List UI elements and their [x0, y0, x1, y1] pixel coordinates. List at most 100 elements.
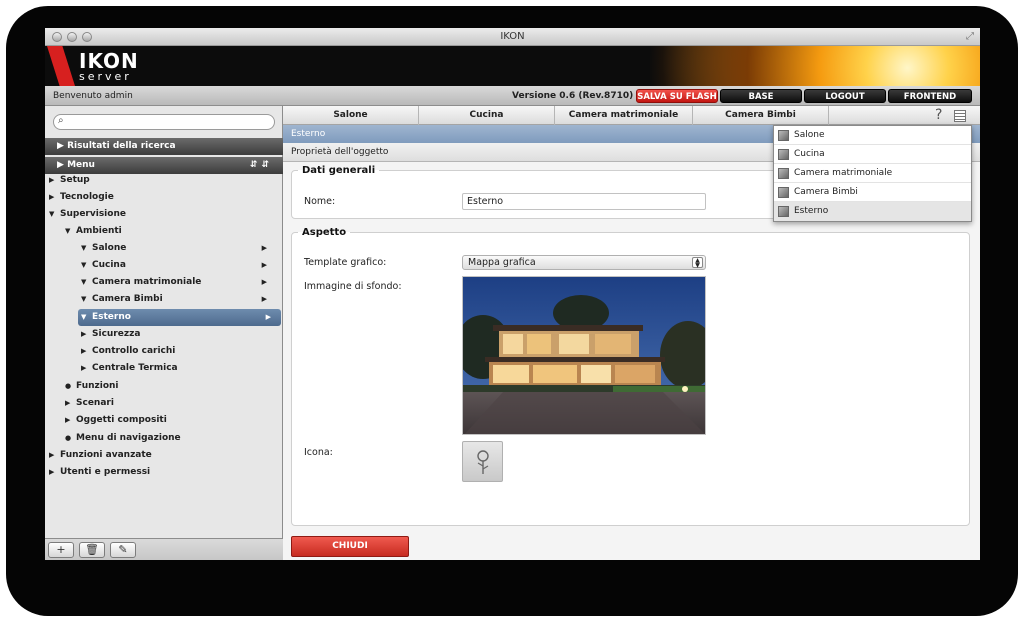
tree-item-sicurezza[interactable]: ▶ Sicurezza: [81, 326, 140, 343]
tree-expand-collapse-icons[interactable]: ⇵⇵: [250, 157, 273, 174]
tree-item-camera-matrimoniale[interactable]: ▼ Camera matrimoniale ▶: [81, 274, 277, 291]
plus-icon: +: [56, 543, 66, 556]
tab-camera-bimbi[interactable]: Camera Bimbi: [693, 106, 829, 125]
tree-item-salone[interactable]: ▼ Salone ▶: [81, 240, 277, 257]
dropdown-item-cucina[interactable]: Cucina: [774, 145, 971, 164]
dropdown-item-camera-matrimoniale[interactable]: Camera matrimoniale: [774, 164, 971, 183]
submenu-arrow-icon: ▶: [261, 278, 267, 286]
expand-arrow-icon: ▶: [49, 193, 55, 201]
collapse-arrow-icon: ▼: [81, 244, 87, 252]
room-icon: [778, 130, 789, 141]
expand-arrow-icon: ▶: [81, 330, 87, 338]
version-text: Versione 0.6 (Rev.8710): [512, 91, 634, 101]
logo-text: IKON: [79, 48, 139, 73]
house-night-photo: [463, 277, 705, 434]
logout-button[interactable]: LOGOUT: [804, 89, 886, 103]
dropdown-item-esterno[interactable]: Esterno: [774, 202, 971, 221]
add-button[interactable]: +: [48, 542, 74, 558]
tree-item-controllo-carichi[interactable]: ▶ Controllo carichi: [81, 343, 175, 360]
help-icon[interactable]: ?: [935, 107, 942, 123]
room-icon: [778, 206, 789, 217]
tree-item-ambienti[interactable]: ▼ Ambienti: [65, 223, 122, 240]
expand-arrow-icon: ▶: [81, 347, 87, 355]
window-title: IKON: [500, 31, 525, 42]
disclosure-arrow-icon: ▶: [57, 160, 68, 170]
expand-arrow-icon: ▶: [49, 176, 55, 184]
template-label: Template grafico:: [304, 257, 387, 268]
save-flash-button[interactable]: SALVA SU FLASH: [636, 89, 718, 103]
tree-item-supervisione[interactable]: ▼ Supervisione: [49, 206, 126, 223]
tree-item-oggetti-compositi[interactable]: ▶ Oggetti compositi: [65, 412, 167, 429]
delete-button[interactable]: 🗑: [79, 542, 105, 558]
tree-item-centrale-termica[interactable]: ▶ Centrale Termica: [81, 360, 178, 377]
sidebar: ⌕ ▶ Risultati della ricerca ▶ Menu ⇵⇵ ▶ S…: [45, 106, 283, 560]
tab-salone[interactable]: Salone: [283, 106, 419, 125]
name-label: Nome:: [304, 196, 336, 207]
fullscreen-icon[interactable]: ⤢: [966, 31, 974, 42]
dropdown-item-salone[interactable]: Salone: [774, 126, 971, 145]
brand-header: IKON server: [45, 46, 980, 86]
search-results-header[interactable]: ▶ Risultati della ricerca: [45, 138, 283, 155]
template-select[interactable]: Mappa grafica ▲ ▼: [462, 255, 706, 270]
search-results-label: Risultati della ricerca: [67, 141, 176, 151]
sidebar-footer: + 🗑 ✎: [45, 538, 283, 560]
collapse-arrow-icon: ▼: [81, 295, 87, 303]
appearance-legend: Aspetto: [302, 227, 347, 238]
tree-icon: [477, 450, 489, 474]
submenu-arrow-icon: ▶: [265, 313, 271, 321]
window-titlebar: IKON ⤢: [45, 28, 980, 46]
tree-item-funzioni-avanzate[interactable]: ▶ Funzioni avanzate: [49, 447, 152, 464]
tree-item-tecnologie[interactable]: ▶ Tecnologie: [49, 189, 114, 206]
tree-item-menu-di-navigazione[interactable]: ● Menu di navigazione: [65, 430, 181, 447]
expand-arrow-icon: ▶: [81, 364, 87, 372]
tree-item-cucina[interactable]: ▼ Cucina ▶: [81, 257, 277, 274]
tree-item-camera-bimbi[interactable]: ▼ Camera Bimbi ▶: [81, 291, 277, 308]
tab-camera-matrimoniale[interactable]: Camera matrimoniale: [555, 106, 693, 125]
logo-subtext: server: [79, 69, 132, 83]
name-field[interactable]: Esterno: [462, 193, 706, 210]
bullet-icon: ●: [65, 434, 72, 442]
collapse-arrow-icon: ▼: [81, 278, 87, 286]
collapse-arrow-icon: ▼: [81, 261, 87, 269]
collapse-arrow-icon: ▼: [65, 227, 71, 235]
tab-list-icon[interactable]: [954, 110, 966, 122]
tree-item-scenari[interactable]: ▶ Scenari: [65, 395, 114, 412]
close-button[interactable]: CHIUDI: [291, 536, 409, 557]
room-icon: [778, 168, 789, 179]
room-icon: [778, 187, 789, 198]
tab-overflow-dropdown: Salone Cucina Camera matrimoniale Camera…: [773, 125, 972, 222]
background-image-label: Immagine di sfondo:: [304, 281, 402, 292]
tree-item-esterno[interactable]: ▼ Esterno ▶: [78, 309, 281, 326]
icon-label: Icona:: [304, 447, 333, 458]
trash-icon: 🗑: [85, 543, 99, 556]
background-image-preview[interactable]: [462, 276, 706, 435]
menu-label: Menu: [67, 160, 95, 170]
chevron-updown-icon: ▲ ▼: [692, 257, 703, 269]
expand-arrow-icon: ▶: [49, 451, 55, 459]
tree-item-setup[interactable]: ▶ Setup: [49, 172, 90, 189]
header-light-graphic: [650, 46, 980, 86]
ikon-logo: IKON server: [45, 46, 139, 86]
app-window: IKON ⤢ IKON server Benvenuto admin Versi…: [45, 28, 980, 560]
template-selected-value: Mappa grafica: [468, 257, 536, 268]
expand-arrow-icon: ▶: [49, 468, 55, 476]
tree-item-utenti-e-permessi[interactable]: ▶ Utenti e permessi: [49, 464, 150, 481]
submenu-arrow-icon: ▶: [261, 261, 267, 269]
room-tabs: Salone Cucina Camera matrimoniale Camera…: [283, 106, 980, 125]
tree-item-funzioni[interactable]: ● Funzioni: [65, 378, 119, 395]
dropdown-item-camera-bimbi[interactable]: Camera Bimbi: [774, 183, 971, 202]
frontend-button[interactable]: FRONTEND: [888, 89, 972, 103]
search-input[interactable]: ⌕: [53, 114, 275, 130]
collapse-arrow-icon: ▼: [49, 210, 55, 218]
logo-mark: [47, 46, 75, 86]
general-data-legend: Dati generali: [302, 165, 376, 176]
edit-button[interactable]: ✎: [110, 542, 136, 558]
expand-arrow-icon: ▶: [65, 416, 71, 424]
submenu-arrow-icon: ▶: [261, 244, 267, 252]
submenu-arrow-icon: ▶: [261, 295, 267, 303]
tab-cucina[interactable]: Cucina: [419, 106, 555, 125]
edit-icon: ✎: [118, 543, 128, 556]
icon-picker[interactable]: [462, 441, 503, 482]
welcome-text: Benvenuto admin: [53, 91, 133, 101]
base-button[interactable]: BASE: [720, 89, 802, 103]
